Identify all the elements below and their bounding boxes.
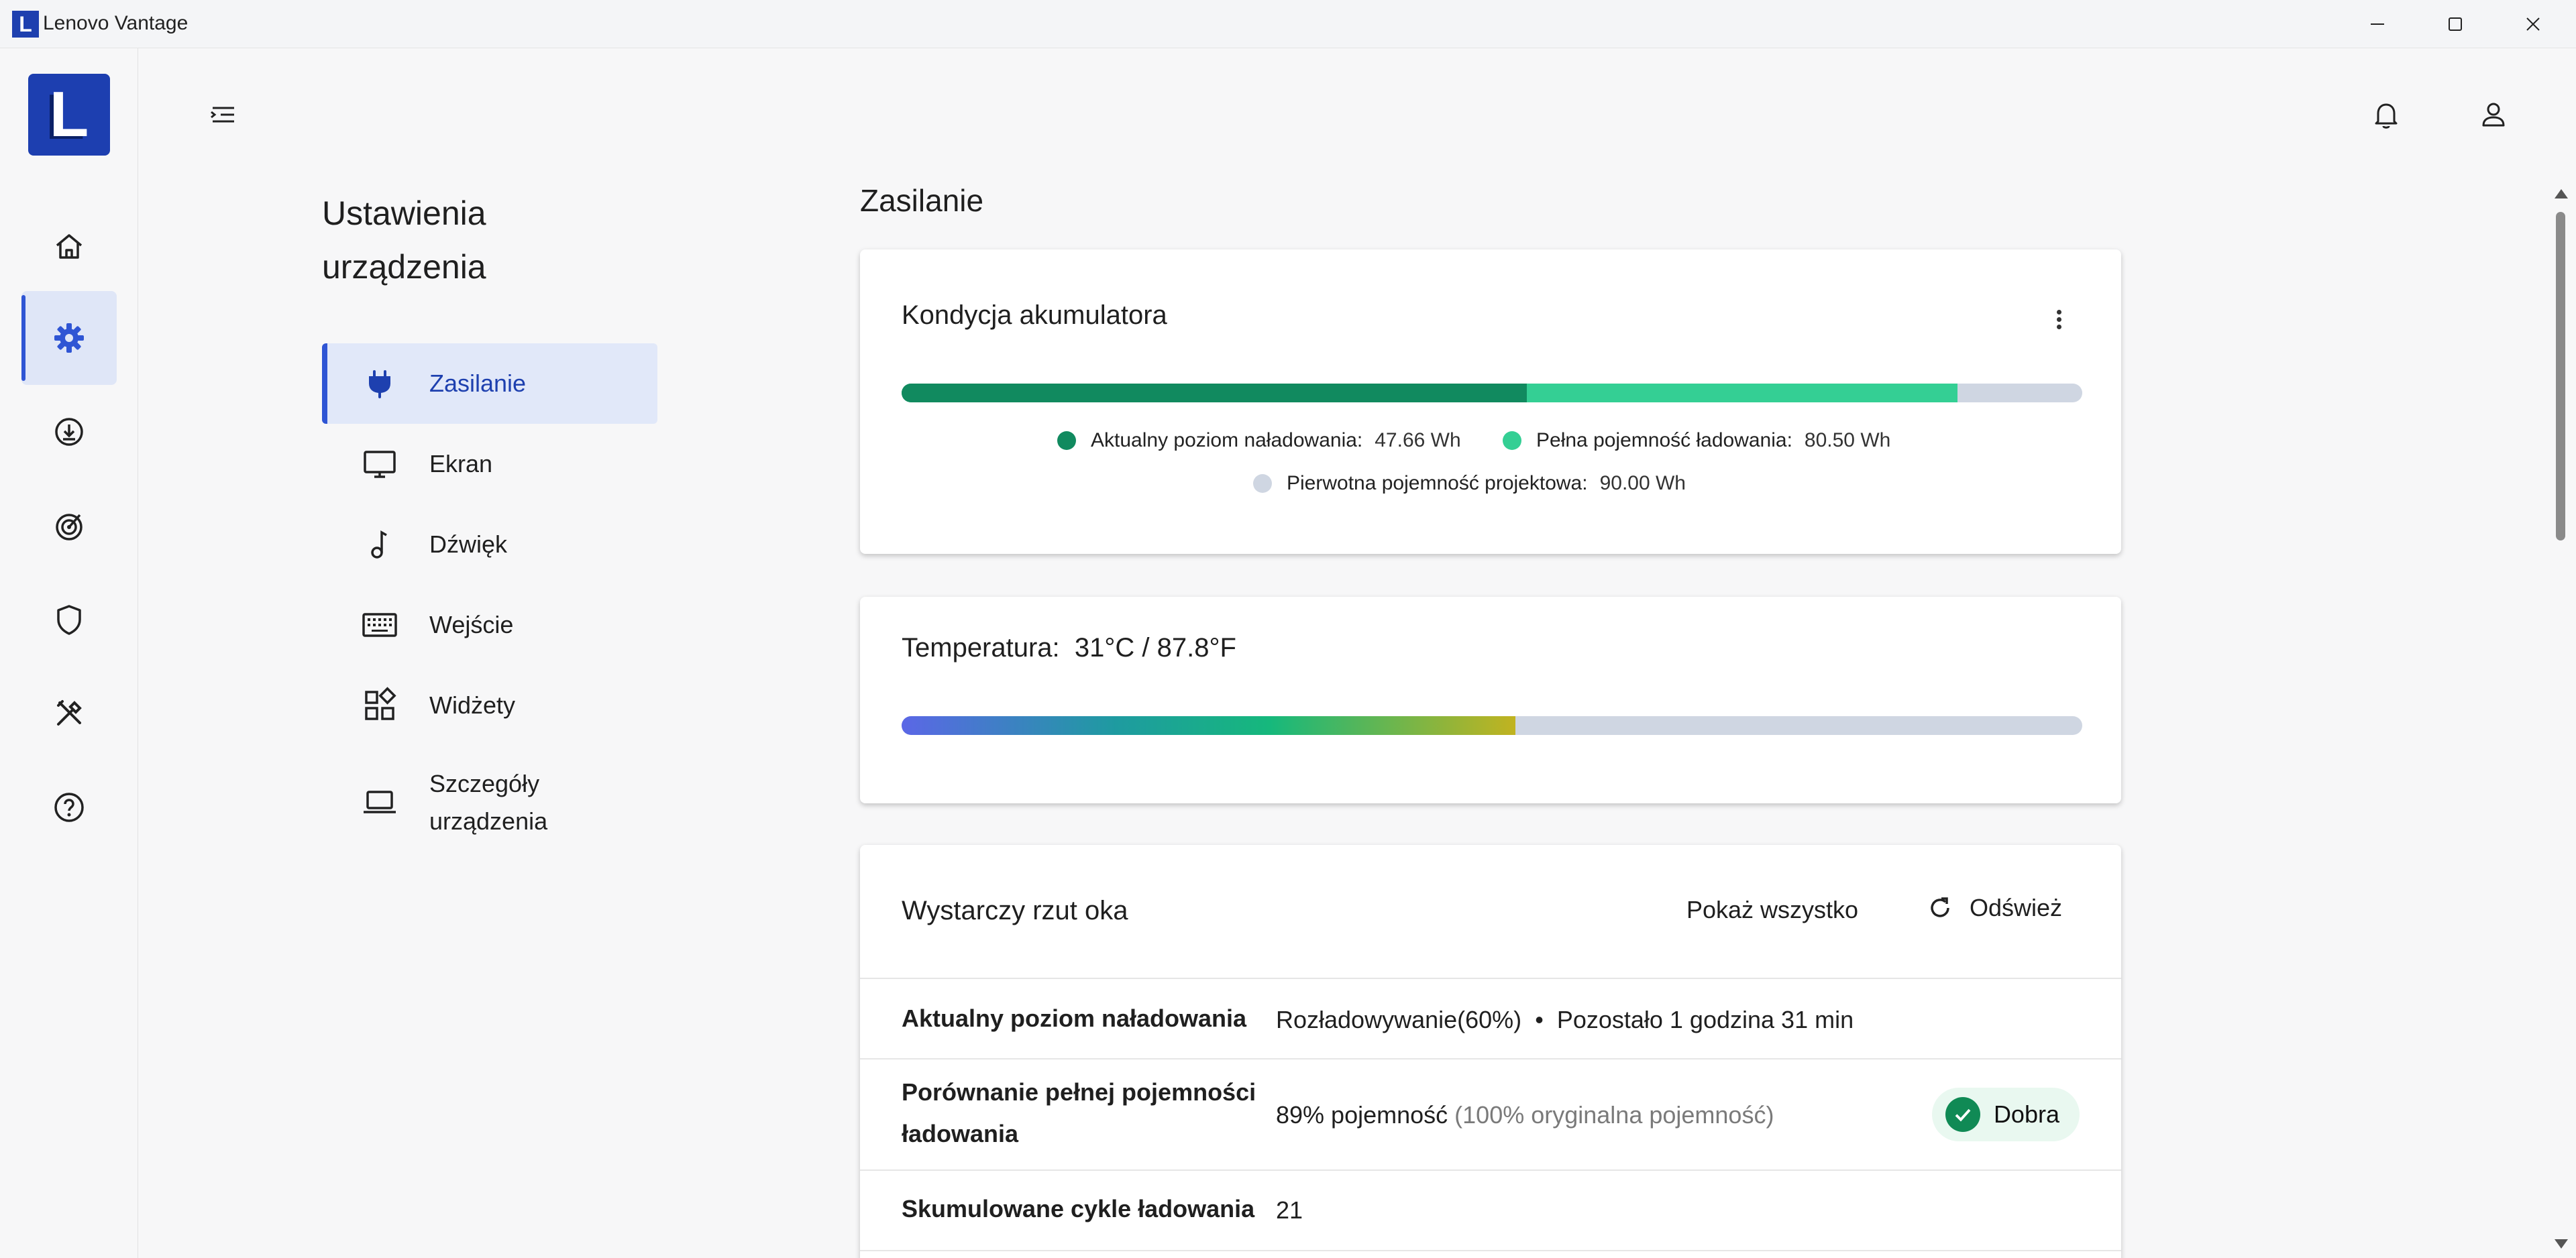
row-label: Porównanie pełnej pojemności ładowania bbox=[902, 1078, 1256, 1147]
monitor-icon bbox=[360, 444, 400, 484]
rail-item-tools[interactable] bbox=[21, 667, 117, 760]
legend-label: Pierwotna pojemność projektowa: bbox=[1287, 472, 1588, 494]
temperature-card: Temperatura: 31°C / 87.8°F bbox=[860, 597, 2121, 803]
nav-item-label: Zasilanie bbox=[429, 369, 527, 397]
temperature-fill bbox=[902, 716, 1516, 735]
menu-toggle-button[interactable] bbox=[200, 91, 247, 138]
section-title: Zasilanie bbox=[860, 183, 984, 218]
legend-value: 80.50 Wh bbox=[1804, 429, 1891, 451]
row-value: Rozładowywanie(60%) • Pozostało 1 godzin… bbox=[1276, 1006, 1854, 1033]
nav-item-label: Ekran bbox=[429, 450, 493, 477]
status-badge: Dobra bbox=[1931, 1088, 2080, 1141]
gear-icon bbox=[54, 323, 84, 353]
scroll-down-arrow[interactable] bbox=[2555, 1239, 2568, 1249]
row-divider bbox=[860, 978, 2121, 979]
legend-current-charge: Aktualny poziom naładowania: 47.66 Wh bbox=[1057, 429, 1461, 452]
row-divider bbox=[860, 1250, 2121, 1251]
row-value: 89% pojemność (100% oryginalna pojemność… bbox=[1276, 1101, 1774, 1129]
legend-value: 47.66 Wh bbox=[1375, 429, 1461, 451]
nav-item-label: Szczegóły urządzenia bbox=[429, 770, 548, 835]
plug-icon bbox=[360, 363, 400, 404]
scroll-up-arrow[interactable] bbox=[2555, 189, 2568, 198]
row-divider bbox=[860, 1169, 2121, 1171]
row-divider bbox=[860, 1058, 2121, 1060]
bell-icon bbox=[2375, 103, 2398, 129]
rail-item-help[interactable] bbox=[21, 760, 117, 854]
rail-item-home[interactable] bbox=[21, 200, 117, 294]
battery-health-card: Kondycja akumulatora Aktualny poziom nał… bbox=[860, 249, 2121, 554]
battery-capacity-bar bbox=[902, 384, 2082, 402]
scroll-thumb[interactable] bbox=[2556, 212, 2565, 540]
show-all-button[interactable]: Pokaż wszystko bbox=[1686, 896, 1858, 924]
left-rail: L bbox=[0, 48, 138, 1258]
settings-title: Ustawienia urządzenia bbox=[322, 194, 486, 286]
window-title: Lenovo Vantage bbox=[43, 12, 189, 34]
legend-label: Pełna pojemność ładowania: bbox=[1536, 429, 1792, 451]
legend-dot bbox=[1253, 474, 1272, 493]
more-options-button[interactable] bbox=[2055, 307, 2062, 332]
legend-dot bbox=[1503, 431, 1521, 450]
nav-item-display[interactable]: Ekran bbox=[322, 424, 657, 504]
row-label: Aktualny poziom naładowania bbox=[902, 1005, 1247, 1032]
nav-item-sound[interactable]: Dźwięk bbox=[322, 504, 657, 585]
rail-item-security[interactable] bbox=[21, 573, 117, 667]
nav-item-widgets[interactable]: Widżety bbox=[322, 665, 657, 746]
legend-value: 90.00 Wh bbox=[1599, 472, 1686, 494]
nav-item-power[interactable]: Zasilanie bbox=[322, 343, 657, 424]
at-a-glance-title: Wystarczy rzut oka bbox=[902, 896, 1128, 925]
maximize-icon bbox=[2449, 17, 2462, 31]
app-icon: L bbox=[12, 11, 39, 38]
rail-item-settings[interactable] bbox=[21, 291, 117, 385]
minimize-icon bbox=[2371, 23, 2384, 25]
refresh-button[interactable]: Odśwież bbox=[1925, 893, 2062, 923]
rail-item-download[interactable] bbox=[21, 385, 117, 479]
temperature-value: 31°C / 87.8°F bbox=[1074, 633, 1236, 663]
refresh-icon bbox=[1931, 897, 1949, 917]
tools-icon bbox=[57, 700, 82, 726]
at-a-glance-card: Wystarczy rzut oka Pokaż wszystko Odświe… bbox=[860, 845, 2121, 1258]
lenovo-logo[interactable]: L bbox=[28, 74, 110, 156]
title-bar: L Lenovo Vantage bbox=[0, 0, 2576, 48]
widgets-icon bbox=[360, 685, 400, 726]
close-icon bbox=[2526, 17, 2540, 31]
maximize-button[interactable] bbox=[2416, 0, 2494, 48]
menu-collapse-icon bbox=[211, 107, 234, 123]
user-icon bbox=[2482, 103, 2505, 127]
download-icon bbox=[55, 418, 83, 446]
refresh-label: Odśwież bbox=[1970, 894, 2063, 921]
nav-item-label: Dźwięk bbox=[429, 530, 508, 558]
vertical-scrollbar[interactable] bbox=[2549, 188, 2576, 1258]
nav-item-input[interactable]: Wejście bbox=[322, 585, 657, 665]
temperature-title: Temperatura: 31°C / 87.8°F bbox=[902, 633, 1236, 663]
target-icon bbox=[56, 514, 83, 540]
checkmark-icon bbox=[1945, 1097, 1980, 1132]
shield-icon bbox=[57, 605, 81, 635]
nav-item-label: Wejście bbox=[429, 611, 514, 638]
row-label: Skumulowane cykle ładowania bbox=[902, 1195, 1255, 1222]
rail-item-target[interactable] bbox=[21, 479, 117, 573]
home-icon bbox=[56, 234, 83, 259]
nav-item-device-details[interactable]: Szczegóły urządzenia bbox=[322, 752, 657, 853]
notifications-button[interactable] bbox=[2363, 91, 2410, 138]
minimize-button[interactable] bbox=[2339, 0, 2416, 48]
laptop-icon bbox=[360, 783, 400, 823]
legend-dot bbox=[1057, 431, 1076, 450]
status-badge-label: Dobra bbox=[1993, 1100, 2059, 1128]
keyboard-icon bbox=[360, 605, 400, 645]
music-note-icon bbox=[360, 524, 400, 565]
account-button[interactable] bbox=[2470, 91, 2517, 138]
row-value: 21 bbox=[1276, 1196, 1303, 1224]
current-charge-segment bbox=[902, 384, 1527, 402]
help-icon bbox=[54, 793, 84, 822]
battery-health-title: Kondycja akumulatora bbox=[902, 300, 1167, 330]
close-button[interactable] bbox=[2494, 0, 2572, 48]
temperature-bar bbox=[902, 716, 2082, 735]
legend-label: Aktualny poziom naładowania: bbox=[1091, 429, 1363, 451]
legend-full-capacity: Pełna pojemność ładowania: 80.50 Wh bbox=[1503, 429, 1890, 452]
legend-design-capacity: Pierwotna pojemność projektowa: 90.00 Wh bbox=[1253, 472, 1686, 495]
nav-item-label: Widżety bbox=[429, 691, 516, 719]
